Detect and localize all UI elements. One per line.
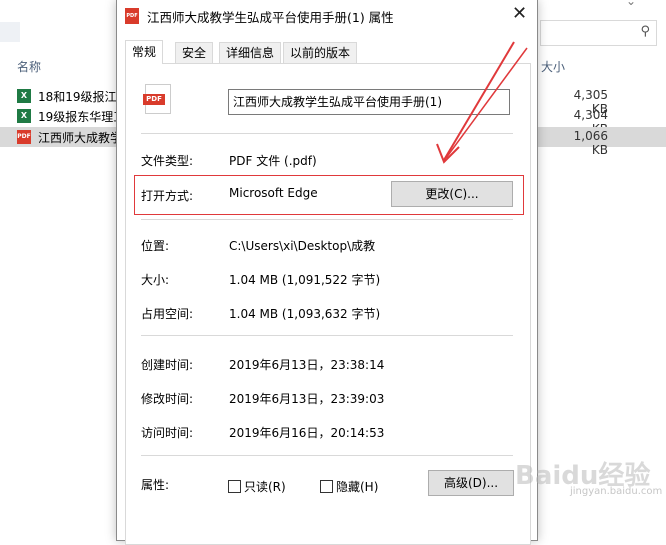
general-tab-panel: PDF 江西师大成教学生弘成平台使用手册(1) 文件类型: PDF 文件 (.p… — [125, 63, 531, 545]
accessed-label: 访问时间: — [141, 426, 194, 440]
divider — [141, 455, 513, 456]
modified-label: 修改时间: — [141, 392, 194, 406]
created-label: 创建时间: — [141, 358, 194, 372]
checkbox-icon[interactable] — [228, 480, 241, 493]
open-with-value: Microsoft Edge — [229, 186, 318, 200]
baidu-watermark-url: jingyan.baidu.com — [570, 486, 663, 497]
file-type-label: 文件类型: — [141, 154, 194, 168]
properties-dialog: PDF 江西师大成教学生弘成平台使用手册(1) 属性 ✕ 常规 安全 详细信息 … — [116, 0, 538, 545]
checkbox-icon[interactable] — [320, 480, 333, 493]
advanced-button[interactable]: 高级(D)... — [428, 470, 514, 496]
tab-details[interactable]: 详细信息 — [219, 42, 282, 63]
column-header-name[interactable]: 名称 — [17, 58, 41, 75]
hidden-label: 隐藏(H) — [336, 480, 379, 494]
file-type-value: PDF 文件 (.pdf) — [229, 154, 317, 168]
hidden-checkbox[interactable]: 隐藏(H) — [320, 478, 378, 495]
open-with-label: 打开方式: — [141, 189, 194, 203]
file-name: 18和19级报江西 — [38, 90, 129, 104]
search-box[interactable]: ⚲ — [540, 20, 657, 46]
excel-icon: X — [17, 89, 31, 103]
accessed-value: 2019年6月16日，20:14:53 — [229, 426, 385, 440]
tab-security[interactable]: 安全 — [175, 42, 214, 63]
close-icon[interactable]: ✕ — [512, 3, 527, 24]
location-value: C:\Users\xi\Desktop\成教 — [229, 239, 376, 253]
created-value: 2019年6月13日，23:38:14 — [229, 358, 385, 372]
tab-general[interactable]: 常规 — [125, 40, 164, 64]
disk-size-value: 1.04 MB (1,093,632 字节) — [229, 307, 381, 321]
location-label: 位置: — [141, 239, 170, 253]
file-name: 江西师大成教学 — [38, 131, 123, 145]
readonly-label: 只读(R) — [244, 480, 286, 494]
change-button[interactable]: 更改(C)... — [391, 181, 513, 207]
file-name: 19级报东华理工 — [38, 110, 126, 124]
file-size: 1,066 KB — [573, 129, 608, 157]
attributes-label: 属性: — [141, 478, 170, 492]
pdf-icon: PDF — [17, 130, 31, 144]
search-icon[interactable]: ⚲ — [640, 24, 650, 39]
tab-previous-versions[interactable]: 以前的版本 — [283, 42, 358, 63]
blurred-area — [0, 22, 20, 42]
column-header-size[interactable]: 大小 — [541, 58, 565, 75]
disk-size-label: 占用空间: — [141, 307, 194, 321]
divider — [141, 335, 513, 336]
excel-icon: X — [17, 109, 31, 123]
pdf-icon: PDF — [143, 84, 171, 114]
size-value: 1.04 MB (1,091,522 字节) — [229, 273, 381, 287]
divider — [141, 133, 513, 134]
pdf-icon: PDF — [125, 8, 139, 24]
readonly-checkbox[interactable]: 只读(R) — [228, 478, 286, 495]
divider — [141, 219, 513, 220]
size-label: 大小: — [141, 273, 170, 287]
modified-value: 2019年6月13日，23:39:03 — [229, 392, 385, 406]
file-name-field[interactable]: 江西师大成教学生弘成平台使用手册(1) — [228, 89, 510, 115]
chevron-down-icon[interactable]: ⌄ — [626, 0, 636, 8]
dialog-title: 江西师大成教学生弘成平台使用手册(1) 属性 — [147, 10, 394, 25]
